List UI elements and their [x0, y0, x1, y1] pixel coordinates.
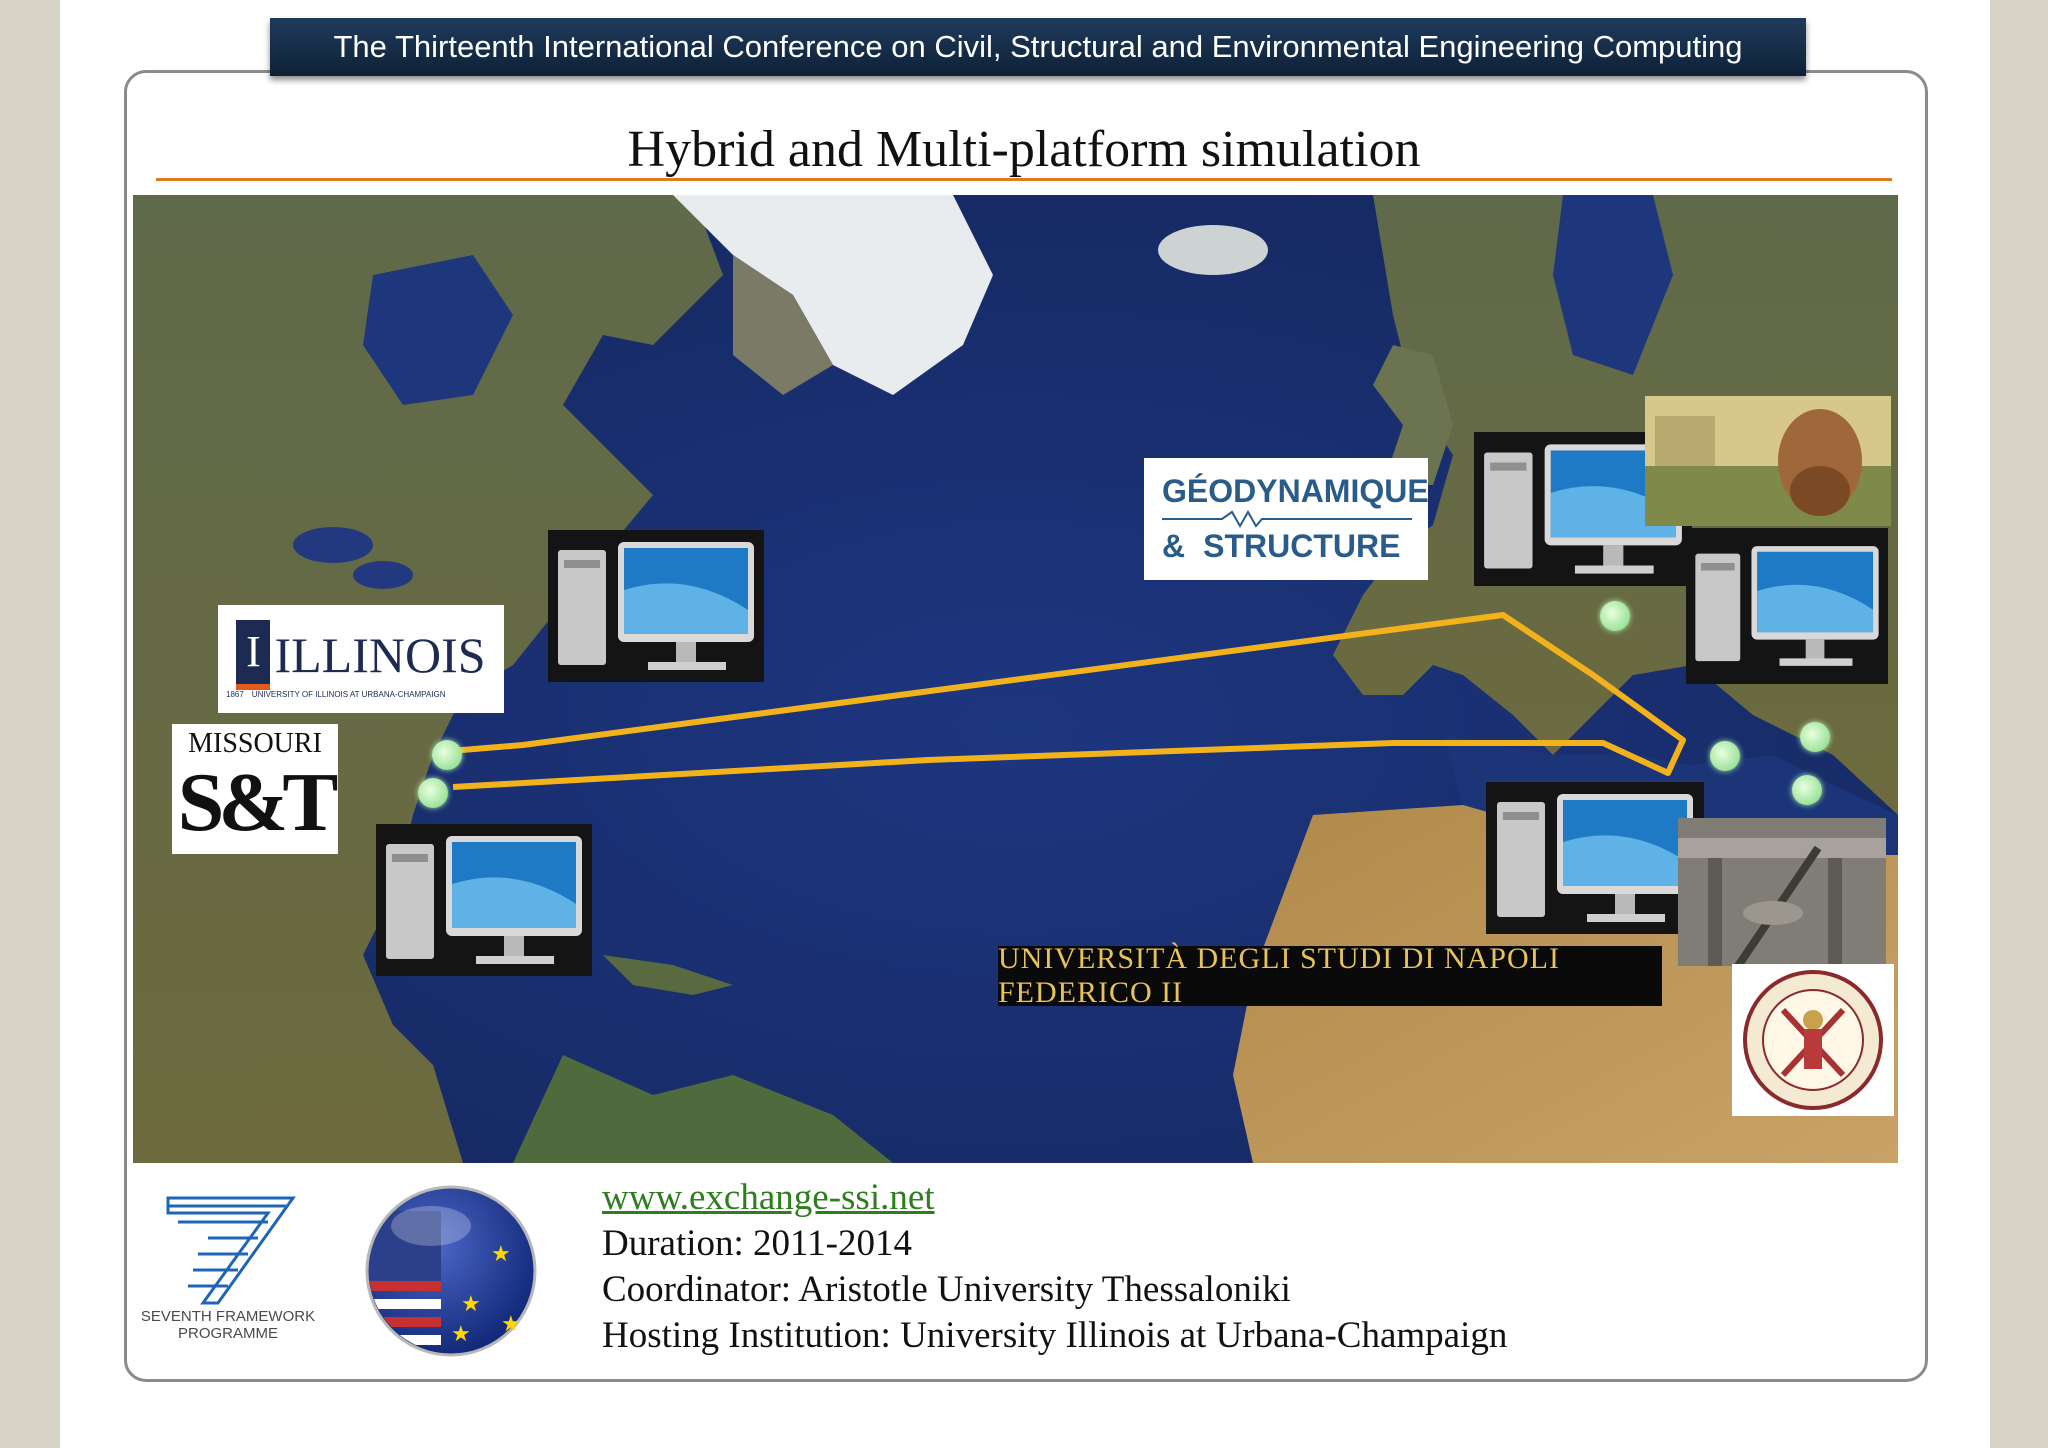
svg-text:★: ★	[461, 1292, 481, 1317]
missouri-text: MISSOURI	[188, 728, 322, 759]
project-website-link[interactable]: www.exchange-ssi.net	[602, 1175, 1507, 1221]
us-eu-flag-globe-icon: ★ ★ ★ ★	[365, 1185, 537, 1357]
illinois-logo: I ILLINOIS 1867 UNIVERSITY OF ILLINOIS A…	[218, 605, 504, 713]
conference-banner: The Thirteenth International Conference …	[270, 18, 1806, 76]
desktop-computer-icon	[558, 542, 754, 670]
geodynamique-structure-logo: GÉODYNAMIQUE & STRUCTURE	[1144, 458, 1429, 580]
geodynamique-ampersand: &	[1162, 528, 1186, 564]
fp7-label-line2: PROGRAMME	[177, 1325, 278, 1342]
slide-title: Hybrid and Multi-platform simulation	[627, 121, 1421, 178]
university-patras-seal	[1732, 964, 1894, 1116]
project-hosting-institution: Hosting Institution: University Illinois…	[602, 1315, 1508, 1356]
desktop-computer-icon	[1695, 546, 1879, 666]
node-missouri	[418, 778, 448, 808]
computer-thessaloniki	[1686, 528, 1888, 684]
illinois-subtitle: UNIVERSITY OF ILLINOIS AT URBANA-CHAMPAI…	[251, 689, 446, 699]
svg-text:★: ★	[451, 1322, 471, 1347]
structure-text: STRUCTURE	[1203, 528, 1401, 564]
project-duration: Duration: 2011-2014	[602, 1223, 913, 1264]
photo-lab-equipment	[1678, 818, 1886, 966]
seventh-framework-seven-icon	[166, 1196, 296, 1305]
illinois-wordmark: ILLINOIS	[274, 626, 486, 683]
lab-equipment-photo-icon	[1678, 818, 1886, 966]
desktop-computer-icon	[1497, 794, 1693, 922]
node-greece-3	[1792, 775, 1822, 805]
illinois-year: 1867	[226, 689, 244, 699]
illinois-shield-icon: I	[236, 619, 271, 690]
computer-napoli	[1486, 782, 1704, 934]
project-coordinator: Coordinator: Aristotle University Thessa…	[602, 1269, 1291, 1310]
statue-photo-icon	[1645, 396, 1891, 526]
fp7-logo: SEVENTH FRAMEWORK PROGRAMME	[128, 1180, 328, 1350]
svg-text:★: ★	[501, 1312, 521, 1337]
computer-missouri	[376, 824, 592, 976]
project-info: www.exchange-ssi.net Duration: 2011-2014…	[602, 1175, 1507, 1359]
title-divider	[156, 178, 1892, 181]
iceland	[1158, 225, 1268, 275]
desktop-computer-icon	[386, 836, 582, 964]
seismic-wave-icon	[1162, 510, 1412, 528]
conference-title: The Thirteenth International Conference …	[333, 29, 1743, 64]
st-text: S&T	[177, 756, 339, 849]
missouri-st-logo: MISSOURI S&T	[172, 724, 338, 854]
fp7-label-line1: SEVENTH FRAMEWORK	[140, 1308, 316, 1325]
great-lakes	[293, 527, 373, 563]
svg-text:★: ★	[491, 1242, 511, 1267]
napoli-federico-logo: UNIVERSITÀ DEGLI STUDI DI NAPOLI FEDERIC…	[998, 942, 1662, 1009]
node-greece-2	[1800, 722, 1830, 752]
node-grenoble	[1600, 601, 1630, 631]
geodynamique-text: GÉODYNAMIQUE	[1162, 473, 1429, 509]
computer-illinois	[548, 530, 764, 682]
university-seal-icon	[1743, 970, 1883, 1110]
node-greece-1	[1710, 741, 1740, 771]
napoli-text: UNIVERSITÀ DEGLI STUDI DI NAPOLI FEDERIC…	[998, 942, 1560, 1009]
us-eu-globe-logo: ★ ★ ★ ★	[356, 1176, 546, 1366]
photo-aristotle	[1645, 396, 1891, 526]
node-illinois	[432, 740, 462, 770]
